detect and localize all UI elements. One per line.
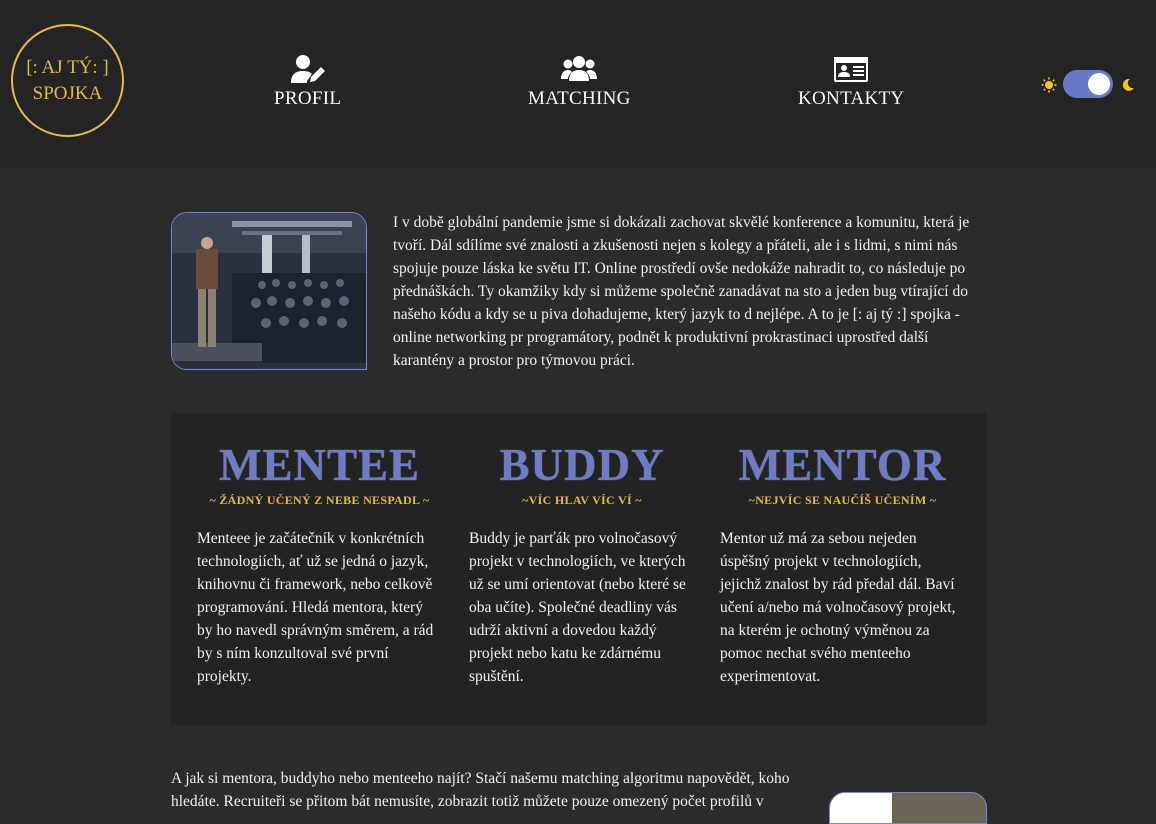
roles-section: MENTEE ~ ŽÁDNÝ UČENÝ Z NEBE NESPADL ~ Me… [171,413,986,725]
site-header: [: AJ TÝ: ] SPOJKA PROFIL MATCHING KONTA… [0,0,1156,168]
role-motto: ~ ŽÁDNÝ UČENÝ Z NEBE NESPADL ~ [209,493,430,507]
role-motto: ~VÍC HLAV VÍC VÍ ~ [522,493,642,507]
nav-profil-label: PROFIL [274,88,342,109]
role-description: Menteee je začátečník v konkrétních tech… [197,530,434,685]
sun-icon [1041,77,1057,93]
user-edit-icon [290,55,325,83]
role-title: BUDDY [499,440,665,490]
nav-matching-label: MATCHING [528,88,631,109]
role-buddy: BUDDY ~VÍC HLAV VÍC VÍ ~ Buddy je parťák… [469,439,695,688]
role-description: Buddy je parťák pro volnočasový projekt … [469,530,686,685]
conference-photo-illustration [172,213,366,369]
role-mentee: MENTEE ~ ŽÁDNÝ UČENÝ Z NEBE NESPADL ~ Me… [197,439,442,688]
theme-toggle-group [1041,70,1141,100]
nav-kontakty[interactable]: KONTAKTY [798,54,904,110]
nav-profil[interactable]: PROFIL [274,54,341,110]
nav-matching[interactable]: MATCHING [528,54,631,110]
matching-photo-highlight [830,793,892,823]
conference-photo [171,212,367,370]
theme-toggle-switch[interactable] [1063,70,1113,98]
logo-line-2: SPOJKA [32,82,103,104]
role-motto: ~NEJVÍC SE NAUČÍŠ UČENÍM ~ [748,493,937,507]
id-card-icon [834,57,869,82]
matching-photo [829,792,987,824]
outro-text: A jak si mentora, buddyho nebo menteeho … [171,770,790,810]
role-description: Mentor už má za sebou nejeden úspěšný pr… [720,530,956,685]
moon-icon [1122,78,1134,91]
nav-kontakty-label: KONTAKTY [798,88,905,109]
role-title: MENTOR [738,440,947,490]
logo-line-1: [: AJ TÝ: ] [26,56,109,78]
role-mentor: MENTOR ~NEJVÍC SE NAUČÍŠ UČENÍM ~ Mentor… [720,439,965,688]
role-title: MENTEE [218,440,421,490]
theme-toggle-knob [1088,73,1110,95]
logo[interactable]: [: AJ TÝ: ] SPOJKA [11,24,124,137]
users-icon [561,56,598,81]
intro-text: I v době globální pandemie jsme si dokáz… [393,214,970,369]
